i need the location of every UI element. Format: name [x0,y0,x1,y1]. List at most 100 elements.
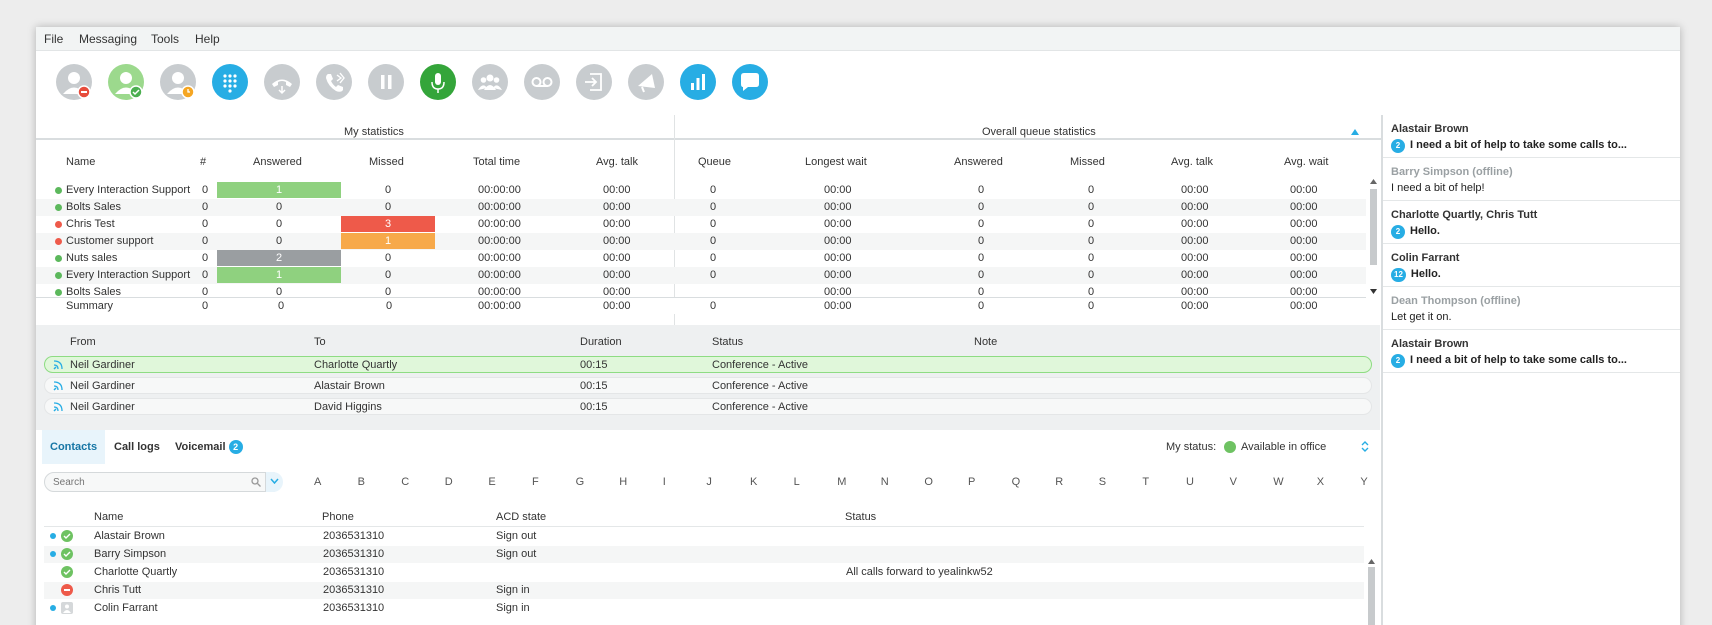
alphabet-filter-a[interactable]: A [314,476,321,488]
alphabet-filter-y[interactable]: Y [1360,476,1367,488]
contact-name: Charlotte Quartly [94,566,178,578]
conversation-item[interactable]: Charlotte Quartly, Chris Tutt 2 Hello. [1383,201,1680,244]
contacts-scrollbar[interactable] [1366,557,1376,625]
menu-help[interactable]: Help [195,32,220,46]
call-duration: 00:15 [580,401,608,413]
statistics-row[interactable]: Nuts sales 0 2 0 00:00:00 00:00 0 00:00 0 0 00:00 0… [36,250,1366,267]
unread-count-badge: 12 [1391,268,1406,282]
conversation-item[interactable]: Alastair Brown 2 I need a bit of help to t… [1383,115,1680,158]
alphabet-filter-u[interactable]: U [1186,476,1194,488]
conversation-item[interactable]: Colin Farrant 12 Hello. [1383,244,1680,287]
contacts-panel: Contacts Call logs Voicemail 2 My status… [36,430,1411,625]
queue-avg-talk: 00:00 [1181,184,1209,196]
statistics-icon[interactable] [680,64,716,100]
pause-icon[interactable] [368,64,404,100]
user-available-icon[interactable] [108,64,144,100]
avg-talk: 00:00 [603,235,631,247]
alphabet-filter-v[interactable]: V [1230,476,1237,488]
avg-talk: 00:00 [603,218,631,230]
contacts-scroll-up-icon[interactable] [1368,559,1375,564]
statistics-scrollbar[interactable] [1368,177,1378,297]
dialpad-icon[interactable] [212,64,248,100]
search-input[interactable] [53,475,243,489]
scroll-down-icon[interactable] [1370,289,1377,294]
menu-messaging[interactable]: Messaging [79,32,137,46]
queue-name: Customer support [66,235,154,247]
alphabet-filter-b[interactable]: B [358,476,365,488]
conversation-item[interactable]: Dean Thompson (offline) Let get it on. [1383,287,1680,330]
contact-row[interactable]: Alastair Brown 2036531310 Sign out [44,528,1364,545]
alphabet-filter-n[interactable]: N [881,476,889,488]
menu-file[interactable]: File [44,32,63,46]
missed-cell: 3 [341,216,435,232]
alphabet-filter-r[interactable]: R [1055,476,1063,488]
statistics-row[interactable]: Bolts Sales 0 0 0 00:00:00 00:00 0 00:00 0 0 00:00… [36,199,1366,216]
avg-talk: 00:00 [603,269,631,281]
search-filter-button[interactable] [265,472,283,492]
contact-row[interactable]: Chris Tutt 2036531310 Sign in [44,582,1364,599]
scroll-thumb[interactable] [1370,189,1377,265]
alphabet-filter-h[interactable]: H [619,476,627,488]
chat-presence-icon [50,605,56,611]
conversation-item[interactable]: Alastair Brown 2 I need a bit of help to t… [1383,330,1680,373]
status-dot-green [55,187,62,194]
alphabet-filter-q[interactable]: Q [1012,476,1021,488]
sign-in-icon[interactable] [576,64,612,100]
tab-call-logs[interactable]: Call logs [114,430,160,464]
alphabet-filter-o[interactable]: O [924,476,933,488]
contact-row[interactable]: Charlotte Quartly 2036531310 All calls for… [44,564,1364,581]
status-dot-green [55,255,62,262]
contacts-scroll-thumb[interactable] [1368,567,1375,625]
statistics-row[interactable]: Every Interaction Support 0 1 0 00:00:00 00:0… [36,267,1366,284]
status-selector-icon[interactable] [1361,440,1369,453]
alphabet-filter-k[interactable]: K [750,476,757,488]
statistics-row[interactable]: Bolts Sales 0 0 0 00:00:00 00:00 00:00 0 0 00:00 0… [36,284,1366,297]
alphabet-filter-m[interactable]: M [837,476,846,488]
alphabet-filter-s[interactable]: S [1099,476,1106,488]
contact-row[interactable]: Colin Farrant 2036531310 Sign in [44,600,1364,617]
queue-count: 0 [202,235,209,247]
call-row[interactable]: Neil Gardiner David Higgins 00:15 Conferenc… [44,398,1372,415]
alphabet-filter-x[interactable]: X [1317,476,1324,488]
menu-tools[interactable]: Tools [151,32,179,46]
statistics-row[interactable]: Every Interaction Support 0 1 0 00:00:00 00:0… [36,182,1366,199]
chat-icon[interactable] [732,64,768,100]
tab-contacts[interactable]: Contacts [42,430,106,464]
alphabet-filter-l[interactable]: L [794,476,800,488]
status-dot-green [55,289,62,296]
voicemail-icon[interactable] [524,64,560,100]
alphabet-filter-c[interactable]: C [401,476,409,488]
user-busy-icon[interactable] [56,64,92,100]
my-status-value[interactable]: Available in office [1241,441,1326,453]
statistics-row[interactable]: Chris Test 0 0 3 00:00:00 00:00 0 00:00 0 0 00:00 0… [36,216,1366,233]
tab-voicemail[interactable]: Voicemail 2 [175,430,243,464]
conversation-name: Colin Farrant [1391,252,1460,264]
search-icon[interactable] [251,477,261,487]
alphabet-filter-p[interactable]: P [968,476,975,488]
contact-status: All calls forward to yealinkw52 [846,566,993,578]
alphabet-filter-e[interactable]: E [488,476,495,488]
alphabet-filter-i[interactable]: I [663,476,666,488]
contact-row[interactable]: Barry Simpson 2036531310 Sign out [44,546,1364,563]
hangup-icon[interactable] [264,64,300,100]
alphabet-filter-w[interactable]: W [1273,476,1283,488]
alphabet-filter-g[interactable]: G [576,476,585,488]
missed-cell: 0 [384,252,392,264]
user-away-icon[interactable] [160,64,196,100]
transfer-call-icon[interactable] [316,64,352,100]
statistics-row[interactable]: Customer support 0 0 1 00:00:00 00:00 0 00:00 0 0… [36,233,1366,250]
alphabet-filter-d[interactable]: D [445,476,453,488]
queue-avg-talk: 00:00 [1181,269,1209,281]
alphabet-filter-t[interactable]: T [1142,476,1149,488]
scroll-up-icon[interactable] [1370,179,1377,184]
conversation-item[interactable]: Barry Simpson (offline) I need a bit of h… [1383,158,1680,201]
alphabet-filter-j[interactable]: J [706,476,712,488]
alphabet-filter-f[interactable]: F [532,476,539,488]
conference-icon[interactable] [472,64,508,100]
summary-missed: 0 [386,300,393,312]
answered-cell: 0 [275,286,283,297]
call-row[interactable]: Neil Gardiner Charlotte Quartly 00:15 Confe… [44,356,1372,373]
megaphone-icon[interactable] [628,64,664,100]
call-row[interactable]: Neil Gardiner Alastair Brown 00:15 Conferen… [44,377,1372,394]
microphone-icon[interactable] [420,64,456,100]
